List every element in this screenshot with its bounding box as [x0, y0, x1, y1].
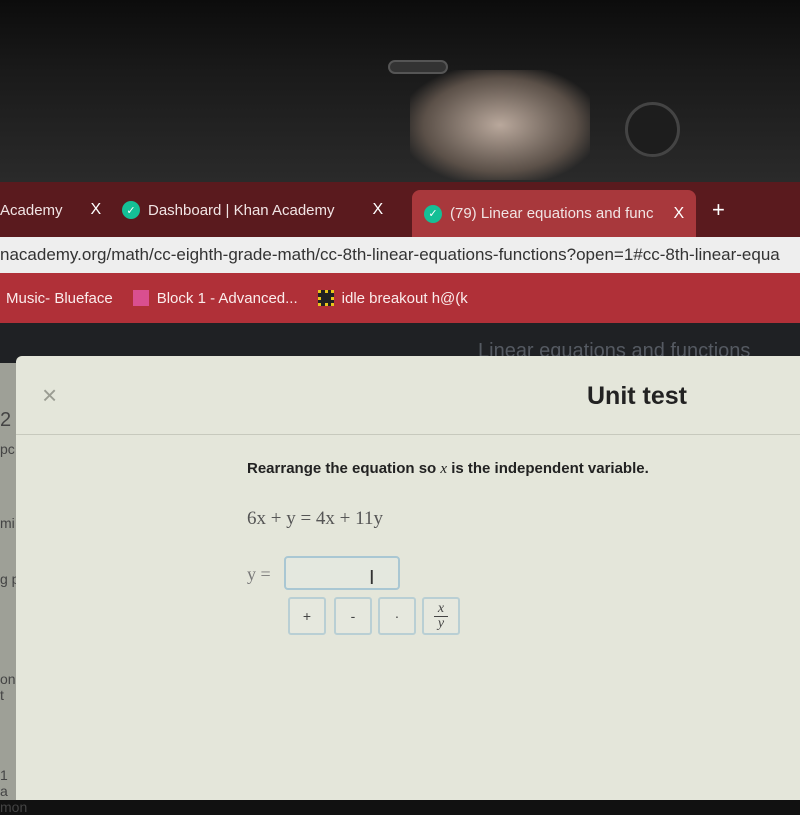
tab-label: (79) Linear equations and func	[450, 205, 654, 222]
fragment: mi	[0, 515, 15, 531]
text-cursor-icon: I	[369, 567, 375, 589]
webcam	[388, 60, 448, 74]
khan-academy-icon: ✓	[122, 201, 140, 219]
fragment: pc	[0, 441, 15, 457]
fragment: 1	[0, 767, 8, 783]
bookmark-music[interactable]: Music- Blueface	[6, 290, 113, 307]
tab-linear-equations[interactable]: ✓ (79) Linear equations and func X	[412, 190, 697, 237]
bookmarks-bar: Music- Blueface Block 1 - Advanced... id…	[0, 273, 800, 323]
fraction-denominator: y	[437, 615, 445, 631]
equation: 6x + y = 4x + 11y	[247, 508, 383, 529]
bookmark-label: Music- Blueface	[6, 289, 113, 307]
tab-dashboard[interactable]: ✓ Dashboard | Khan Academy X	[122, 190, 383, 230]
bookmark-idle-breakout[interactable]: idle breakout h@(k	[317, 289, 468, 307]
new-tab-button[interactable]: +	[712, 190, 725, 230]
khan-academy-icon: ✓	[424, 204, 442, 223]
game-icon	[317, 290, 334, 306]
tab-label: Academy	[0, 201, 63, 219]
question-prompt: Rearrange the equation so x is the indep…	[247, 460, 649, 478]
minus-key[interactable]: -	[334, 597, 372, 635]
close-button[interactable]: ×	[42, 380, 57, 411]
tab-label: Dashboard | Khan Academy	[148, 201, 335, 219]
tab-academy[interactable]: Academy X	[0, 190, 101, 230]
address-bar[interactable]: nacademy.org/math/cc-eighth-grade-math/c…	[0, 237, 800, 273]
tab-close-button[interactable]: X	[91, 201, 102, 219]
fraction-key[interactable]: xy	[422, 597, 460, 635]
prompt-text: is the independent variable.	[447, 460, 649, 477]
bookmark-label: idle breakout h@(k	[341, 289, 468, 307]
unit-test-modal: × Unit test Rearrange the equation so x …	[16, 356, 800, 800]
tab-close-button[interactable]: X	[373, 201, 384, 219]
answer-label: y =	[247, 564, 271, 584]
fragment: 2	[0, 409, 12, 431]
tab-bar: Academy X ✓ Dashboard | Khan Academy X ✓…	[0, 182, 800, 237]
camera-lens	[625, 102, 680, 157]
laptop-bezel	[0, 0, 800, 182]
multiply-key[interactable]: ·	[378, 597, 416, 635]
reflection	[410, 70, 590, 180]
bookmark-block1[interactable]: Block 1 - Advanced...	[132, 289, 298, 307]
classroom-icon	[132, 290, 149, 306]
fraction-icon: xy	[434, 600, 448, 631]
plus-key[interactable]: +	[288, 597, 326, 635]
divider	[16, 434, 800, 435]
modal-title: Unit test	[587, 382, 687, 410]
bookmark-label: Block 1 - Advanced...	[156, 289, 298, 307]
answer-input[interactable]	[284, 556, 400, 590]
fraction-numerator: x	[437, 600, 445, 616]
tab-close-button[interactable]: X	[673, 205, 684, 223]
prompt-text: Rearrange the equation so	[247, 460, 441, 477]
